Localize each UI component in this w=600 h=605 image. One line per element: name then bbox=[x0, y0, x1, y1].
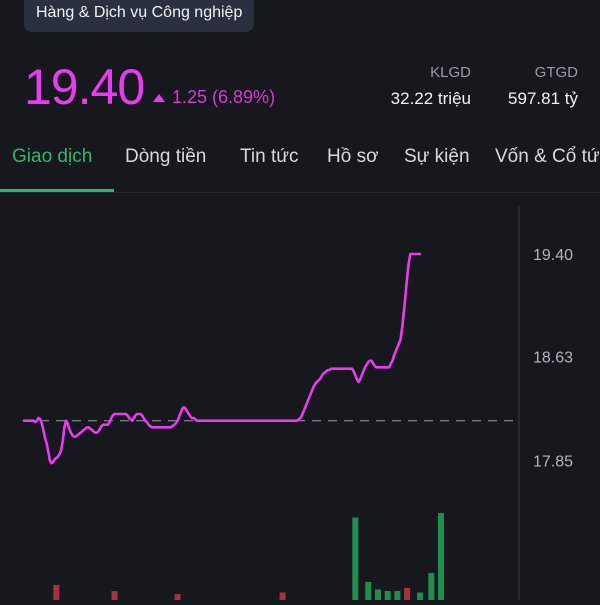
gtgd-stat: GTGD 597.81 tỷ bbox=[508, 64, 578, 109]
tab-tin-tuc[interactable]: Tin tức bbox=[240, 146, 298, 168]
volume-bar bbox=[174, 594, 181, 600]
y-tick-label: 17.85 bbox=[533, 454, 573, 471]
gtgd-value: 597.81 tỷ bbox=[508, 89, 578, 108]
tab-bar: Giao dịch Dòng tiền Tin tức Hồ sơ Sự kiệ… bbox=[0, 140, 600, 193]
volume-bar bbox=[111, 591, 118, 600]
active-tab-indicator bbox=[0, 189, 114, 192]
volume-bar bbox=[404, 588, 411, 600]
up-arrow-icon bbox=[153, 93, 165, 102]
volume-bar bbox=[53, 585, 60, 600]
tab-ho-so[interactable]: Hồ sơ bbox=[327, 146, 379, 168]
tab-su-kien[interactable]: Sự kiện bbox=[404, 146, 470, 168]
klgd-label: KLGD bbox=[430, 64, 471, 81]
y-tick-label: 18.63 bbox=[533, 350, 573, 367]
sector-chip-label: Hàng & Dịch vụ Công nghiệp bbox=[36, 4, 243, 21]
tab-von-co-tuc[interactable]: Vốn & Cổ tức bbox=[495, 146, 600, 168]
volume-bar bbox=[428, 573, 435, 600]
gtgd-label: GTGD bbox=[534, 64, 578, 81]
price-series-line bbox=[22, 252, 422, 465]
last-price: 19.40 bbox=[24, 59, 145, 115]
volume-bar bbox=[279, 592, 286, 600]
chart-svg: 19.40 18.63 17.85 bbox=[22, 206, 573, 600]
tab-dong-tien[interactable]: Dòng tiền bbox=[125, 146, 206, 168]
volume-bar bbox=[417, 592, 423, 600]
klgd-value: 32.22 triệu bbox=[390, 89, 471, 108]
tab-giao-dich[interactable]: Giao dịch bbox=[12, 146, 92, 168]
price-change: 1.25 (6.89%) bbox=[153, 87, 275, 108]
volume-bar bbox=[352, 517, 359, 600]
price-change-text: 1.25 (6.89%) bbox=[172, 87, 276, 107]
y-tick-label: 19.40 bbox=[533, 247, 573, 264]
volume-bar bbox=[394, 591, 401, 600]
volume-bar bbox=[384, 591, 391, 600]
volume-bar bbox=[365, 582, 372, 600]
klgd-stat: KLGD 32.22 triệu bbox=[391, 64, 471, 109]
volume-bar bbox=[438, 513, 445, 600]
volume-bar bbox=[374, 589, 381, 600]
price-chart[interactable]: 19.40 18.63 17.85 bbox=[0, 194, 600, 600]
sector-chip[interactable]: Hàng & Dịch vụ Công nghiệp bbox=[24, 0, 255, 32]
